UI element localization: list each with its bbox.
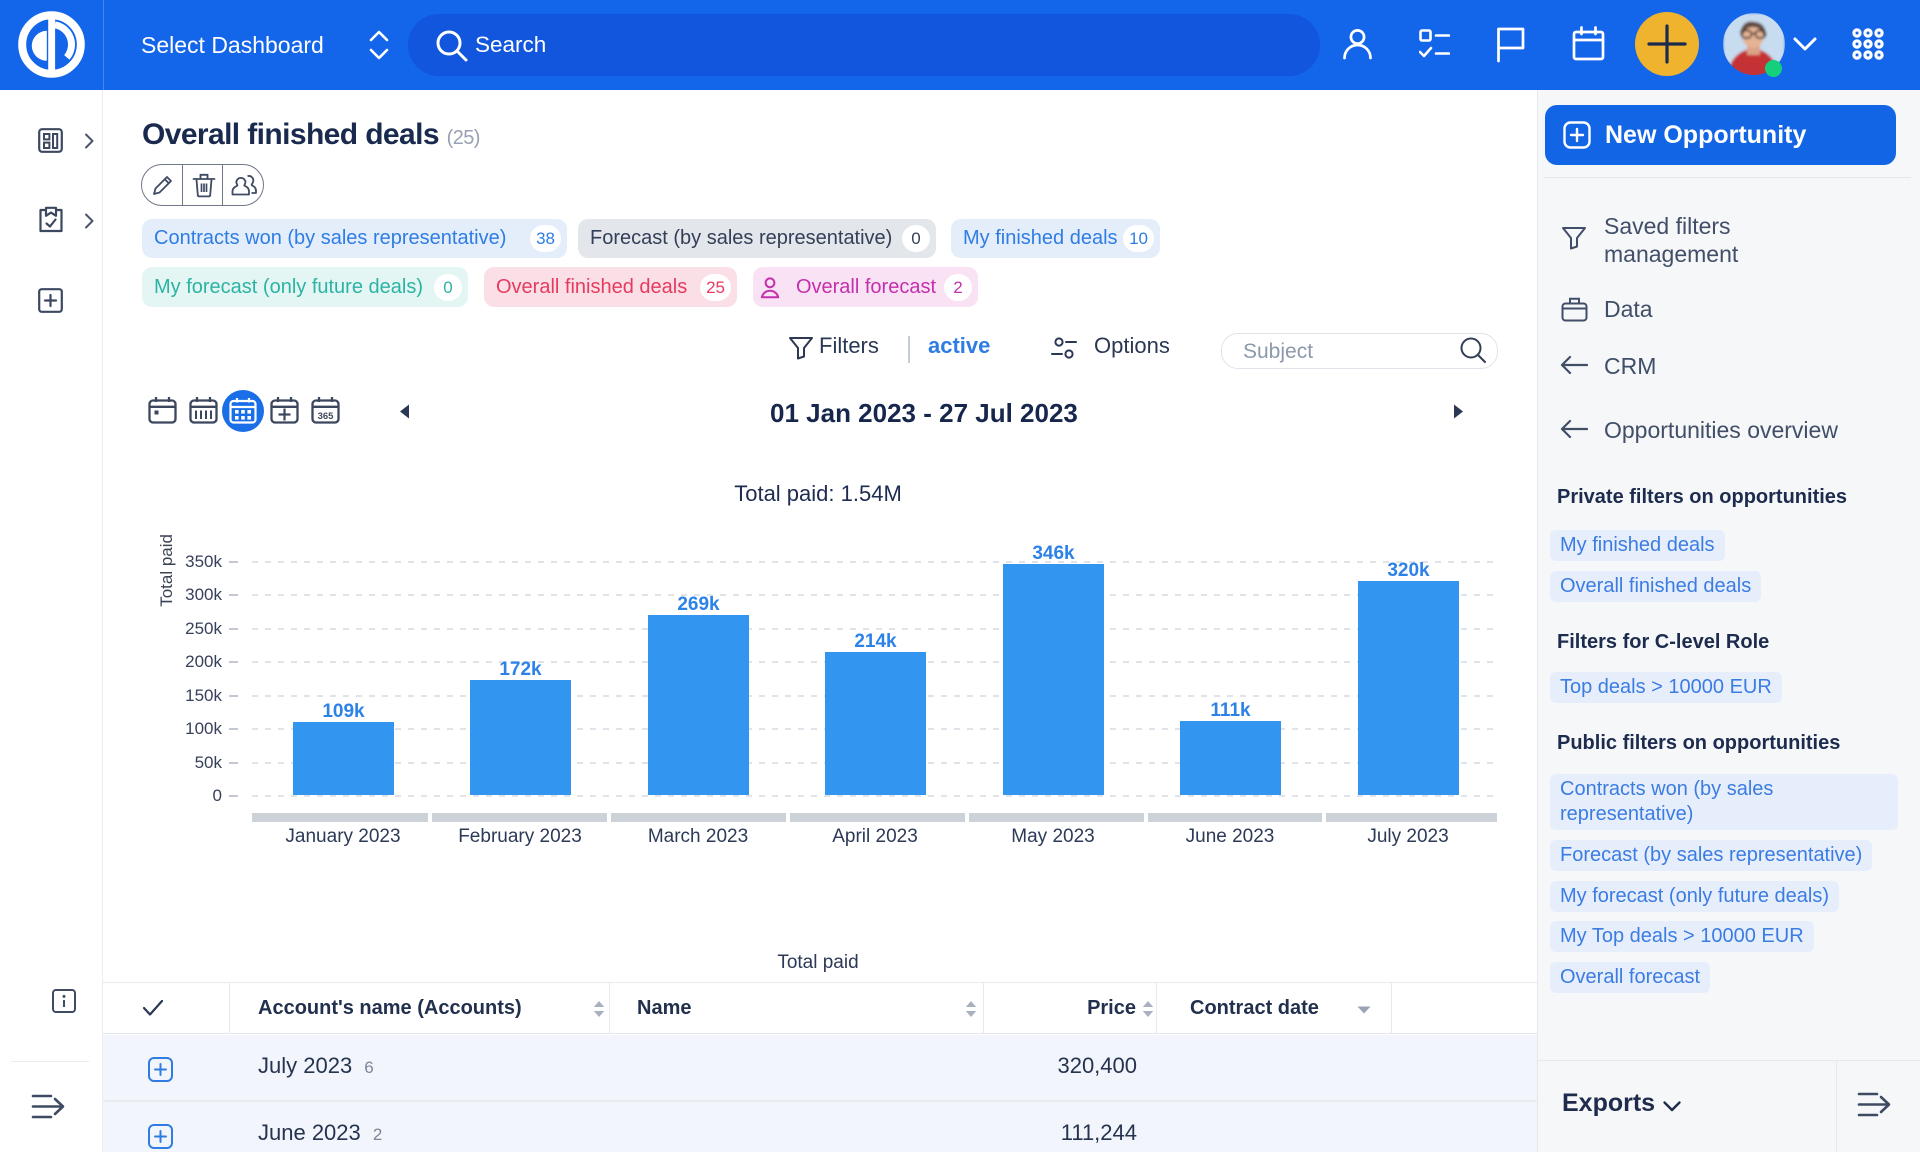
- svg-text:365: 365: [318, 411, 335, 422]
